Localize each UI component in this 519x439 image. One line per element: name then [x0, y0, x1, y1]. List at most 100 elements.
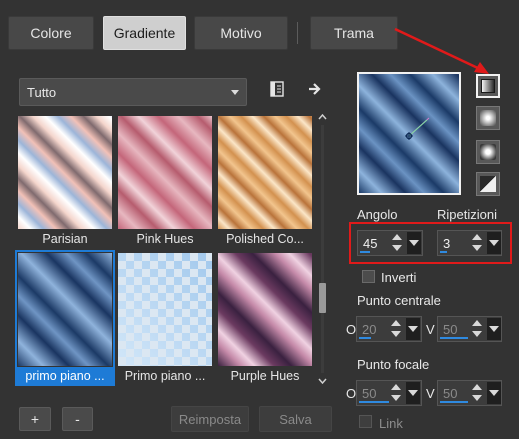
gradient-thumbnail	[15, 250, 115, 369]
gradient-type-rectangular-button[interactable]	[476, 106, 500, 130]
remove-gradient-button[interactable]: -	[62, 407, 93, 431]
repeat-value: 3	[443, 236, 451, 251]
arrow-down-icon[interactable]	[472, 245, 482, 251]
gradient-item-label: primo piano ...	[15, 367, 115, 386]
invert-checkbox[interactable]	[362, 270, 375, 283]
focal-h-label: O	[346, 386, 357, 401]
center-v-stepper[interactable]: 50	[437, 316, 502, 342]
gradient-preview[interactable]	[357, 72, 461, 195]
center-h-slider-bar	[359, 337, 371, 339]
arrow-up-icon[interactable]	[472, 320, 482, 326]
focal-v-stepper[interactable]: 50	[437, 380, 502, 406]
center-h-stepper[interactable]: 20	[356, 316, 422, 342]
gradient-thumbnail	[218, 116, 312, 229]
gradient-item-pink-hues[interactable]: Pink Hues	[115, 113, 215, 249]
scroll-down-icon[interactable]	[318, 377, 327, 385]
scrollbar-track	[321, 125, 324, 373]
library-category-dropdown[interactable]: Tutto	[19, 78, 247, 106]
rectangular-gradient-icon	[480, 110, 496, 126]
center-point-label: Punto centrale	[357, 293, 441, 308]
center-h-label: O	[346, 322, 357, 337]
center-h-spin-arrows[interactable]	[389, 318, 403, 340]
gradient-item-primo-piano-checker[interactable]: Primo piano ...	[115, 250, 215, 386]
focal-v-spin-arrows[interactable]	[470, 382, 484, 404]
gradient-item-label: Parisian	[42, 232, 88, 246]
arrow-down-icon[interactable]	[472, 331, 482, 337]
tab-colore[interactable]: Colore	[8, 16, 94, 50]
center-v-value: 50	[443, 322, 458, 337]
radial-gradient-icon	[480, 176, 496, 192]
gradient-type-radial-button[interactable]	[476, 172, 500, 196]
chevron-down-icon[interactable]	[487, 382, 501, 404]
gradient-thumbnail	[118, 253, 212, 366]
save-button[interactable]: Salva	[259, 406, 332, 432]
chevron-down-icon[interactable]	[407, 232, 421, 254]
focal-h-stepper[interactable]: 50	[356, 380, 422, 406]
library-manager-icon[interactable]	[268, 80, 286, 98]
library-scrollbar[interactable]	[318, 113, 327, 385]
gradient-item-parisian[interactable]: Parisian	[15, 113, 115, 249]
arrow-up-icon[interactable]	[472, 234, 482, 240]
center-v-label: V	[426, 322, 435, 337]
gradient-library-grid: Parisian Pink Hues Polished Co... primo …	[15, 113, 315, 391]
invert-label: Inverti	[381, 270, 417, 285]
focal-v-slider-bar	[440, 401, 468, 403]
library-category-value: Tutto	[27, 84, 57, 100]
center-v-spin-arrows[interactable]	[470, 318, 484, 340]
angle-spin-arrows[interactable]	[390, 232, 404, 254]
center-v-slider-bar	[440, 337, 468, 339]
angle-stepper[interactable]: 45	[357, 230, 423, 256]
reset-button[interactable]: Reimposta	[171, 406, 249, 432]
tab-trama[interactable]: Trama	[310, 16, 398, 50]
scroll-up-icon[interactable]	[318, 113, 327, 121]
gradient-thumbnail	[18, 116, 112, 229]
center-h-value: 20	[362, 322, 377, 337]
scrollbar-thumb[interactable]	[319, 283, 326, 313]
tab-gradiente[interactable]: Gradiente	[103, 16, 186, 50]
arrow-right-icon[interactable]	[306, 80, 324, 98]
arrow-down-icon[interactable]	[472, 395, 482, 401]
repeat-slider-bar	[440, 251, 447, 253]
link-label: Link	[379, 416, 403, 431]
gradient-item-label: Purple Hues	[230, 369, 300, 383]
chevron-down-icon[interactable]	[487, 318, 501, 340]
gradient-type-sunburst-button[interactable]	[476, 140, 500, 164]
focal-h-value: 50	[362, 386, 377, 401]
gradient-item-label: Polished Co...	[226, 232, 304, 246]
arrow-up-icon[interactable]	[392, 234, 402, 240]
angle-slider-bar	[360, 251, 370, 253]
add-gradient-button[interactable]: +	[19, 407, 51, 431]
arrow-down-icon[interactable]	[391, 395, 401, 401]
focal-v-label: V	[426, 386, 435, 401]
focal-v-value: 50	[443, 386, 458, 401]
gradient-item-label: Primo piano ...	[124, 369, 206, 383]
chevron-down-icon[interactable]	[487, 232, 501, 254]
sunburst-gradient-icon	[480, 144, 496, 160]
arrow-up-icon[interactable]	[472, 384, 482, 390]
repeat-label: Ripetizioni	[437, 207, 497, 222]
arrow-down-icon[interactable]	[392, 245, 402, 251]
angle-value: 45	[363, 236, 378, 251]
angle-handle-icon[interactable]	[359, 74, 459, 193]
focal-h-slider-bar	[359, 401, 389, 403]
chevron-down-icon	[231, 90, 239, 95]
focal-h-spin-arrows[interactable]	[389, 382, 403, 404]
repeat-stepper[interactable]: 3	[437, 230, 502, 256]
chevron-down-icon[interactable]	[406, 318, 420, 340]
gradient-thumbnail	[218, 253, 312, 366]
gradient-item-label: Pink Hues	[136, 232, 194, 246]
arrow-down-icon[interactable]	[391, 331, 401, 337]
focal-point-label: Punto focale	[357, 357, 430, 372]
arrow-up-icon[interactable]	[391, 320, 401, 326]
annotation-arrow-icon	[394, 27, 489, 74]
gradient-thumbnail	[118, 116, 212, 229]
chevron-down-icon[interactable]	[406, 382, 420, 404]
link-checkbox[interactable]	[359, 415, 372, 428]
gradient-item-purple-hues[interactable]: Purple Hues	[215, 250, 315, 386]
arrow-up-icon[interactable]	[391, 384, 401, 390]
repeat-spin-arrows[interactable]	[470, 232, 484, 254]
tab-motivo[interactable]: Motivo	[194, 16, 288, 50]
gradient-item-primo-piano-selected[interactable]: primo piano ...	[15, 250, 115, 386]
tab-separator	[297, 22, 298, 44]
gradient-item-polished-copper[interactable]: Polished Co...	[215, 113, 315, 249]
